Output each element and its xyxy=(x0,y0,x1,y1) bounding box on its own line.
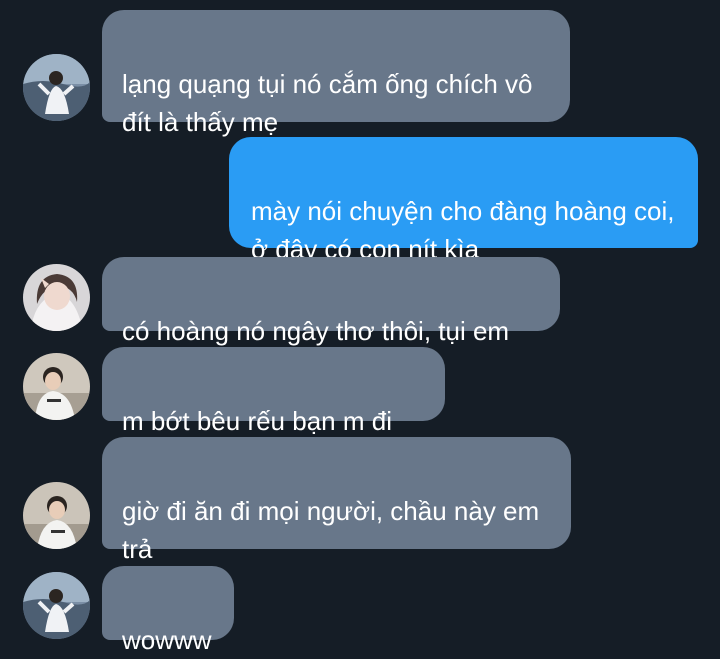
message-bubble: lạng quạng tụi nó cắm ống chích vô đít l… xyxy=(102,10,570,137)
message-bubble-outgoing: mày nói chuyện cho đàng hoàng coi, ở đây… xyxy=(229,137,698,264)
message-text: mày nói chuyện cho đàng hoàng coi, ở đây… xyxy=(251,196,675,264)
avatar-friend-a[interactable] xyxy=(23,572,90,639)
message-text: giờ đi ăn đi mọi người, chầu này em trả xyxy=(122,496,540,564)
avatar-friend-a[interactable] xyxy=(23,54,90,121)
message-text: lạng quạng tụi nó cắm ống chích vô đít l… xyxy=(122,69,533,137)
message-bubble: m bớt bêu rếu bạn m đi xyxy=(102,347,445,505)
message-text: wowww xyxy=(122,625,212,655)
avatar-friend-c[interactable] xyxy=(23,482,90,549)
message-text: m bớt bêu rếu bạn m đi xyxy=(122,406,392,436)
message-bubble: wowww xyxy=(102,566,234,655)
avatar-friend-b[interactable] xyxy=(23,264,90,331)
message-bubble: giờ đi ăn đi mọi người, chầu này em trả xyxy=(102,437,571,564)
message-bubble: có hoàng nó ngây thơ thôi, tụi em ổn xyxy=(102,257,560,384)
chat-thread: lạng quạng tụi nó cắm ống chích vô đít l… xyxy=(0,0,720,655)
avatar-friend-c[interactable] xyxy=(23,353,90,420)
